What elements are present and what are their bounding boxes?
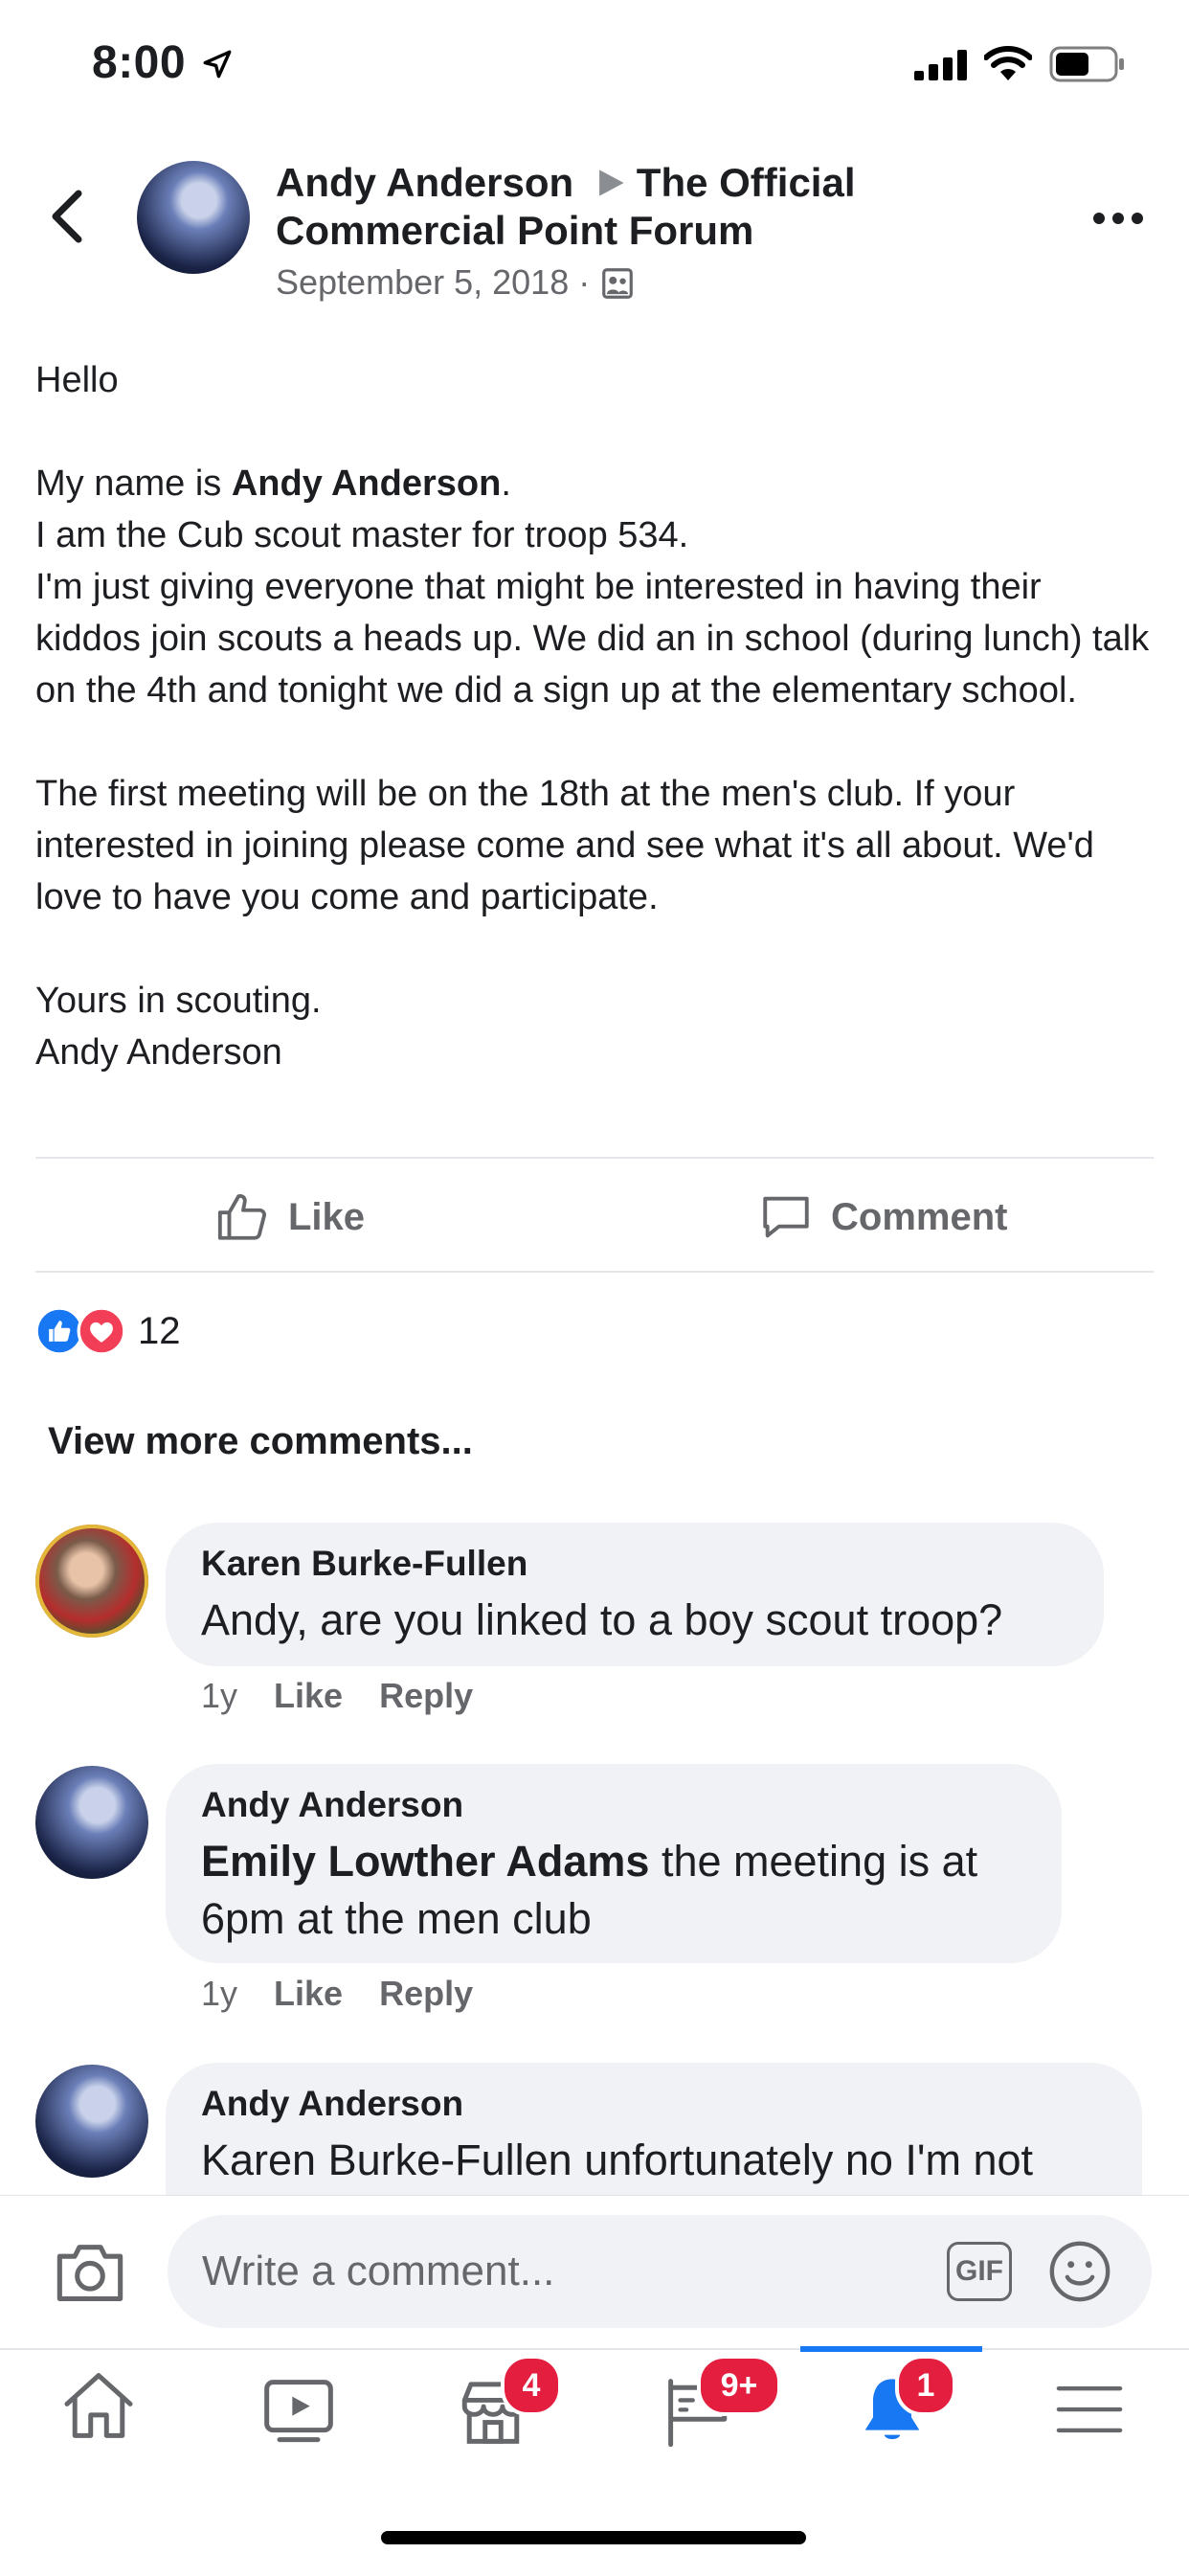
wifi-icon: [984, 46, 1032, 80]
marketplace-badge: 4: [501, 2355, 562, 2416]
view-more-comments-link[interactable]: View more comments...: [48, 1420, 473, 1463]
notifications-active-indicator: [800, 2346, 982, 2352]
groups-badge: 9+: [697, 2355, 781, 2416]
divider-bottom: [35, 1271, 1154, 1273]
post-body: Hello My name is Andy Anderson. I am the…: [35, 354, 1155, 1078]
home-icon[interactable]: [60, 2369, 137, 2442]
commenter-avatar[interactable]: [35, 1766, 148, 1879]
like-button-label: Like: [288, 1195, 366, 1238]
notifications-badge: 1: [895, 2355, 956, 2416]
commenter-avatar[interactable]: [35, 1525, 148, 1638]
back-icon[interactable]: [50, 190, 84, 243]
play-arrow-icon: [598, 169, 624, 196]
love-reaction-icon: [77, 1306, 126, 1356]
camera-icon[interactable]: [54, 2238, 126, 2305]
more-options-icon[interactable]: [1091, 211, 1145, 226]
post-intro: My name is Andy Anderson.: [35, 463, 511, 504]
cellular-signal-icon: [914, 50, 967, 80]
gif-button[interactable]: GIF: [947, 2242, 1012, 2301]
comment-reply-button[interactable]: Reply: [379, 1676, 473, 1716]
post-author-bold: Andy Anderson: [231, 463, 502, 504]
home-indicator: [381, 2531, 806, 2544]
post-header-title: Andy Anderson The Official Commercial Po…: [276, 159, 927, 255]
post-line-details: I'm just giving everyone that might be i…: [35, 567, 1150, 711]
like-button[interactable]: Like: [215, 1184, 365, 1251]
post-line-troop: I am the Cub scout master for troop 534.: [35, 515, 689, 555]
comment-text: Karen Burke-Fullen unfortunately no I'm …: [201, 2135, 1034, 2184]
commenter-avatar[interactable]: [35, 2065, 148, 2178]
comment-time[interactable]: 1y: [201, 1676, 237, 1716]
comment-text: Emily Lowther Adams the meeting is at 6p…: [201, 1837, 978, 1943]
comment-author[interactable]: Andy Anderson: [201, 1785, 463, 1825]
comment-author[interactable]: Andy Anderson: [201, 2084, 463, 2124]
comment-meta: 1y Like Reply: [201, 1676, 473, 1716]
menu-hamburger-icon[interactable]: [1056, 2383, 1123, 2436]
thumbs-up-icon: [217, 1194, 266, 1240]
comment-like-button[interactable]: Like: [274, 1974, 343, 2014]
comment-reply-button[interactable]: Reply: [379, 1974, 473, 2014]
post-paragraph-meeting: The first meeting will be on the 18th at…: [35, 774, 1094, 917]
post-signature: Andy Anderson: [35, 1032, 282, 1073]
comment-icon: [763, 1196, 809, 1238]
post-signoff: Yours in scouting.: [35, 981, 322, 1021]
comment-button[interactable]: Comment: [758, 1184, 1007, 1251]
comment-time[interactable]: 1y: [201, 1974, 237, 2014]
comment-bubble[interactable]: Karen Burke-Fullen Andy, are you linked …: [166, 1523, 1104, 1666]
meta-dot: ·: [578, 262, 600, 302]
gif-label: GIF: [955, 2255, 1003, 2287]
comment-mention[interactable]: Emily Lowther Adams: [201, 1837, 649, 1886]
group-members-icon: [602, 268, 634, 299]
comment-button-label: Comment: [831, 1195, 1008, 1238]
post-date[interactable]: September 5, 2018: [276, 262, 569, 302]
emoji-icon[interactable]: [1046, 2238, 1113, 2305]
battery-icon: [1049, 46, 1124, 82]
author-name-link[interactable]: Andy Anderson: [276, 160, 573, 205]
location-arrow-icon: [203, 50, 232, 79]
comment-like-button[interactable]: Like: [274, 1676, 343, 1716]
comment-meta: 1y Like Reply: [201, 1974, 473, 2014]
comment-input-placeholder: Write a comment...: [202, 2248, 555, 2294]
comment-text: Andy, are you linked to a boy scout troo…: [201, 1595, 1003, 1644]
comment-bubble[interactable]: Andy Anderson Emily Lowther Adams the me…: [166, 1764, 1062, 1963]
reaction-count: 12: [138, 1309, 181, 1352]
comment-input[interactable]: Write a comment... GIF: [168, 2215, 1152, 2328]
post-greeting: Hello: [35, 360, 119, 400]
divider-top: [35, 1157, 1154, 1159]
author-avatar[interactable]: [137, 161, 250, 274]
status-time: 8:00: [92, 37, 187, 88]
reactions-summary[interactable]: 12: [34, 1304, 181, 1358]
post-meta: September 5, 2018 ·: [276, 262, 636, 303]
watch-video-icon[interactable]: [260, 2376, 337, 2443]
comment-author[interactable]: Karen Burke-Fullen: [201, 1544, 527, 1584]
